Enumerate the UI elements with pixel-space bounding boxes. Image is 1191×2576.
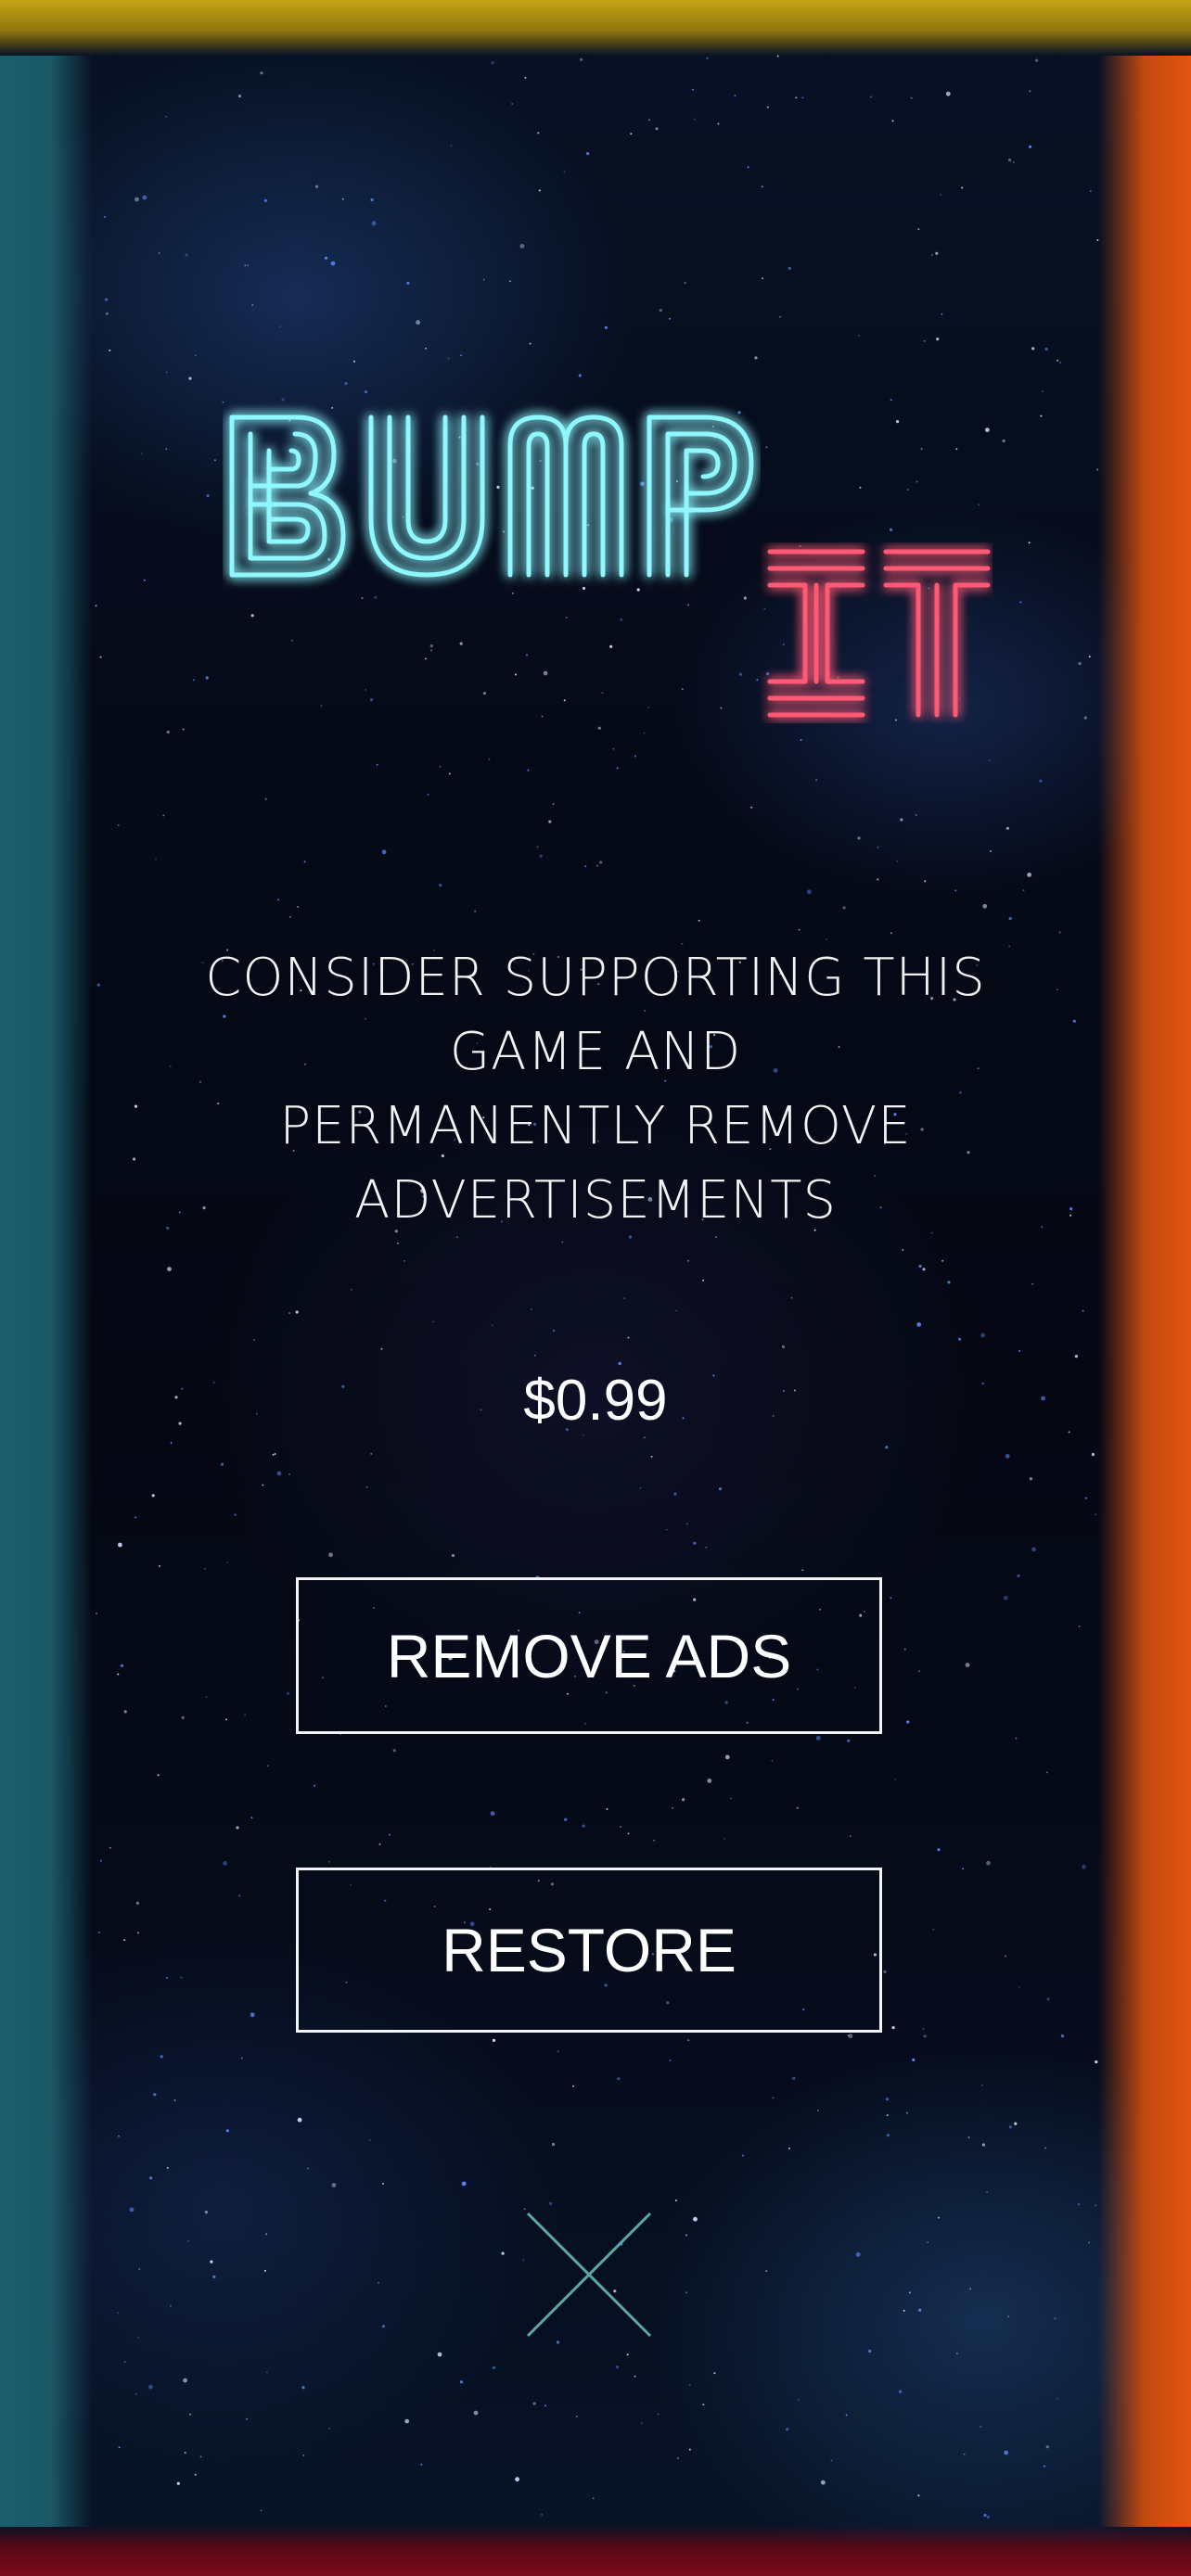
restore-button[interactable]: RESTORE [296, 1868, 882, 2033]
edge-bar-left [0, 56, 93, 2527]
support-message: CONSIDER SUPPORTING THIS GAME AND PERMAN… [148, 941, 1043, 1238]
logo-bump [229, 414, 754, 578]
message-line-3: PERMANENTLY REMOVE [279, 1096, 912, 1156]
message-line-1: CONSIDER SUPPORTING THIS [205, 948, 986, 1008]
price-label: $0.99 [523, 1369, 668, 1433]
game-screen: CONSIDER SUPPORTING THIS GAME AND PERMAN… [0, 0, 1191, 2576]
remove-ads-label: REMOVE ADS [386, 1621, 792, 1690]
remove-ads-button[interactable]: REMOVE ADS [296, 1577, 882, 1734]
restore-label: RESTORE [442, 1916, 736, 1984]
message-line-2: GAME AND [449, 1022, 742, 1082]
close-icon[interactable] [524, 2210, 654, 2340]
edge-bar-bottom [0, 2525, 1191, 2576]
edge-bar-top [0, 0, 1191, 56]
logo-it [767, 549, 991, 718]
starfield [95, 55, 1099, 2519]
edge-bar-right [1098, 56, 1191, 2527]
message-line-4: ADVERTISEMENTS [354, 1170, 837, 1231]
